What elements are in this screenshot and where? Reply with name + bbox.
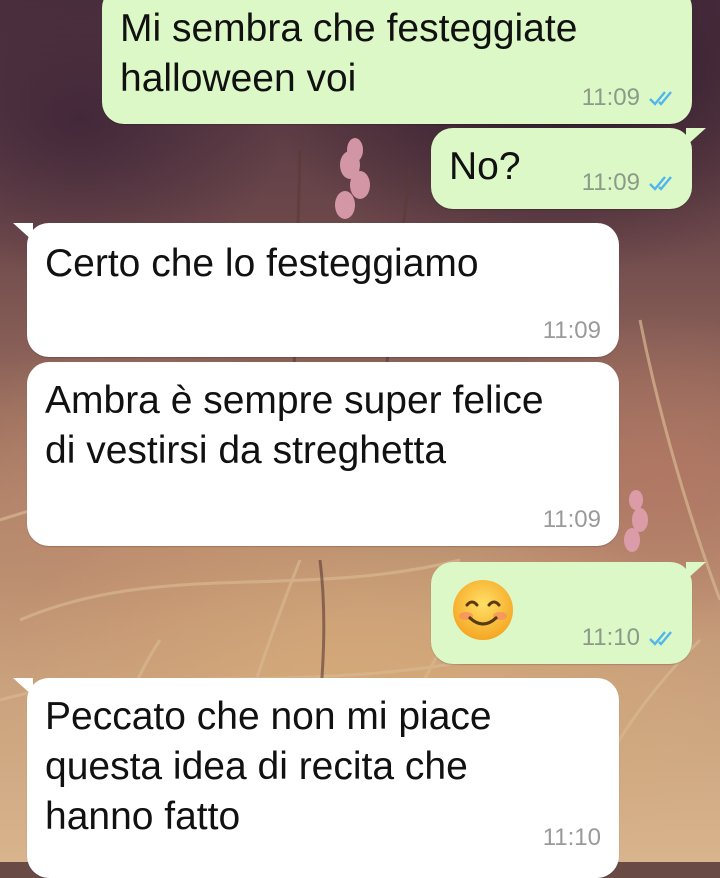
message-meta: 11:09	[582, 169, 678, 197]
message-time: 11:10	[581, 624, 640, 651]
bubble-tail	[13, 678, 33, 696]
message-time: 11:09	[581, 169, 640, 196]
read-ticks-icon	[649, 91, 672, 106]
message-time: 11:09	[542, 506, 601, 533]
bubble-tail	[13, 223, 33, 241]
message-bubble-incoming[interactable]: Peccato che non mi piace questa idea di …	[13, 678, 619, 878]
message-time: 11:09	[581, 84, 640, 111]
message-text: Ambra è sempre super felice di vestirsi …	[45, 379, 544, 472]
bubble-tail	[686, 128, 706, 146]
message-meta: 11:09	[543, 506, 601, 534]
bubble-tail	[686, 562, 706, 580]
message-text: Mi sembra che festeggiate halloween voi	[120, 7, 578, 100]
message-bubble-incoming[interactable]: Certo che lo festeggiamo 11:09	[13, 223, 619, 357]
message-meta: 11:09	[543, 317, 601, 345]
read-ticks-icon	[649, 176, 672, 191]
message-time: 11:09	[542, 317, 601, 344]
smiling-face-with-smiling-eyes-icon	[453, 580, 513, 640]
message-bubble-outgoing[interactable]: 11:10	[431, 562, 706, 664]
message-meta: 11:09	[582, 84, 678, 112]
message-bubble-outgoing[interactable]: Mi sembra che festeggiate halloween voi …	[102, 0, 692, 124]
read-ticks-icon	[649, 631, 672, 646]
message-meta: 11:10	[543, 824, 601, 852]
message-bubble-outgoing[interactable]: No? 11:09	[431, 128, 706, 209]
message-time: 11:10	[542, 824, 601, 851]
message-text: No?	[449, 145, 521, 188]
message-text: Certo che lo festeggiamo	[45, 242, 479, 285]
message-text: Peccato che non mi piace questa idea di …	[45, 695, 492, 838]
message-meta: 11:10	[582, 624, 678, 652]
message-bubble-incoming[interactable]: Ambra è sempre super felice di vestirsi …	[27, 362, 619, 546]
